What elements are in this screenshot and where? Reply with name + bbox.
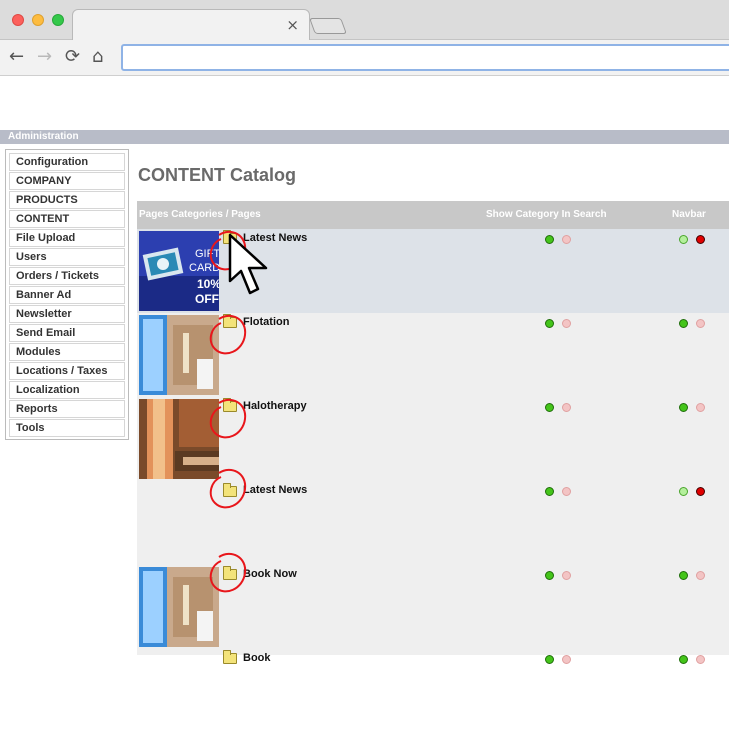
new-tab-button[interactable]: [309, 18, 347, 34]
admin-header-title: Administration: [8, 131, 79, 142]
column-header-search: Show Category In Search: [486, 209, 607, 220]
navbar-off-indicator[interactable]: [696, 319, 705, 328]
search-on-indicator[interactable]: [545, 655, 554, 664]
navbar-on-indicator[interactable]: [679, 655, 688, 664]
sidebar-item-locations-taxes[interactable]: Locations / Taxes: [9, 362, 125, 380]
sidebar-item-content[interactable]: CONTENT: [9, 210, 125, 228]
browser-tab-active[interactable]: ×: [72, 9, 310, 41]
sidebar-item-configuration[interactable]: Configuration: [9, 153, 125, 171]
home-icon[interactable]: ⌂: [92, 47, 103, 67]
sidebar-item-products[interactable]: PRODUCTS: [9, 191, 125, 209]
admin-sidebar: Configuration COMPANY PRODUCTS CONTENT F…: [5, 149, 129, 440]
mouse-pointer-icon: [228, 233, 270, 297]
sidebar-item-tools[interactable]: Tools: [9, 419, 125, 437]
search-on-indicator[interactable]: [545, 319, 554, 328]
search-off-indicator[interactable]: [562, 655, 571, 664]
window-close-button[interactable]: [12, 14, 24, 26]
tab-close-icon[interactable]: ×: [286, 16, 299, 34]
window-minimize-button[interactable]: [32, 14, 44, 26]
search-off-indicator[interactable]: [562, 235, 571, 244]
sidebar-item-file-upload[interactable]: File Upload: [9, 229, 125, 247]
sidebar-item-company[interactable]: COMPANY: [9, 172, 125, 190]
sidebar-item-reports[interactable]: Reports: [9, 400, 125, 418]
search-on-indicator[interactable]: [545, 403, 554, 412]
forward-arrow-icon[interactable]: →: [37, 47, 52, 67]
navbar-off-indicator[interactable]: [696, 655, 705, 664]
address-bar-input[interactable]: [121, 44, 729, 71]
red-circle-annotation: [203, 467, 253, 517]
gift-text-4: OFF: [195, 292, 219, 306]
red-circle-annotation: [203, 397, 253, 447]
sidebar-item-banner-ad[interactable]: Banner Ad: [9, 286, 125, 304]
browser-tab-bar: ×: [0, 0, 729, 41]
table-row[interactable]: GIFT CARDS 10% OFF Latest News: [137, 229, 729, 313]
reload-icon[interactable]: ⟳: [65, 47, 80, 67]
search-off-indicator[interactable]: [562, 319, 571, 328]
sidebar-item-orders-tickets[interactable]: Orders / Tickets: [9, 267, 125, 285]
search-on-indicator[interactable]: [545, 235, 554, 244]
navbar-on-indicator[interactable]: [679, 235, 688, 244]
navbar-on-indicator[interactable]: [679, 319, 688, 328]
window-zoom-button[interactable]: [52, 14, 64, 26]
search-off-indicator[interactable]: [562, 487, 571, 496]
navbar-on-indicator[interactable]: [679, 487, 688, 496]
navbar-off-indicator[interactable]: [696, 487, 705, 496]
page-title: CONTENT Catalog: [138, 165, 297, 185]
admin-header-bar: Administration: [0, 130, 729, 144]
sidebar-item-modules[interactable]: Modules: [9, 343, 125, 361]
search-on-indicator[interactable]: [545, 571, 554, 580]
table-row[interactable]: Flotation: [137, 313, 729, 397]
search-on-indicator[interactable]: [545, 487, 554, 496]
sidebar-item-newsletter[interactable]: Newsletter: [9, 305, 125, 323]
table-row[interactable]: Book: [137, 649, 729, 733]
navbar-on-indicator[interactable]: [679, 571, 688, 580]
navbar-off-indicator[interactable]: [696, 403, 705, 412]
navbar-on-indicator[interactable]: [679, 403, 688, 412]
navbar-off-indicator[interactable]: [696, 235, 705, 244]
gift-text-3: 10%: [197, 277, 219, 291]
column-header-navbar: Navbar: [672, 209, 706, 220]
content-catalog-table: Pages Categories / Pages Show Category I…: [137, 201, 729, 664]
row-title[interactable]: Book: [243, 652, 271, 664]
red-circle-annotation: [203, 313, 253, 363]
browser-toolbar: ← → ⟳ ⌂: [0, 40, 729, 76]
search-off-indicator[interactable]: [562, 403, 571, 412]
back-arrow-icon[interactable]: ←: [9, 47, 24, 67]
navbar-off-indicator[interactable]: [696, 571, 705, 580]
table-header: Pages Categories / Pages Show Category I…: [137, 201, 729, 229]
table-row[interactable]: Book Now: [137, 552, 729, 649]
red-circle-annotation: [203, 551, 253, 601]
sidebar-item-users[interactable]: Users: [9, 248, 125, 266]
column-header-name: Pages Categories / Pages: [139, 209, 261, 220]
sidebar-item-send-email[interactable]: Send Email: [9, 324, 125, 342]
sidebar-item-localization[interactable]: Localization: [9, 381, 125, 399]
search-off-indicator[interactable]: [562, 571, 571, 580]
